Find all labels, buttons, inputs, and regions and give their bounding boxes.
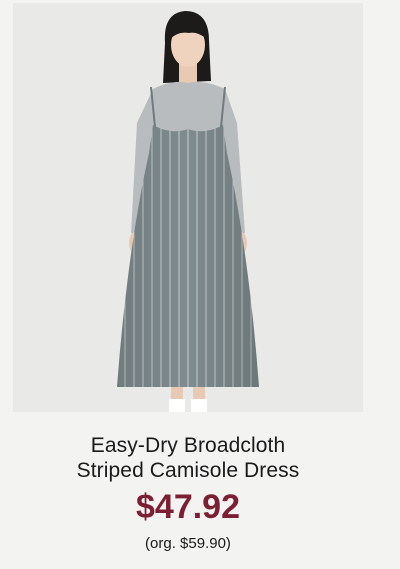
sale-price: $47.92 bbox=[136, 488, 240, 526]
product-card[interactable]: Easy-Dry Broadcloth Striped Camisole Dre… bbox=[0, 0, 400, 569]
original-price: (org. $59.90) bbox=[145, 535, 231, 552]
product-title[interactable]: Easy-Dry Broadcloth Striped Camisole Dre… bbox=[0, 433, 376, 483]
product-title-line-2: Striped Camisole Dress bbox=[76, 459, 300, 482]
product-image[interactable] bbox=[13, 3, 363, 412]
product-title-line-1: Easy-Dry Broadcloth bbox=[90, 434, 286, 457]
model-illustration bbox=[117, 11, 259, 412]
